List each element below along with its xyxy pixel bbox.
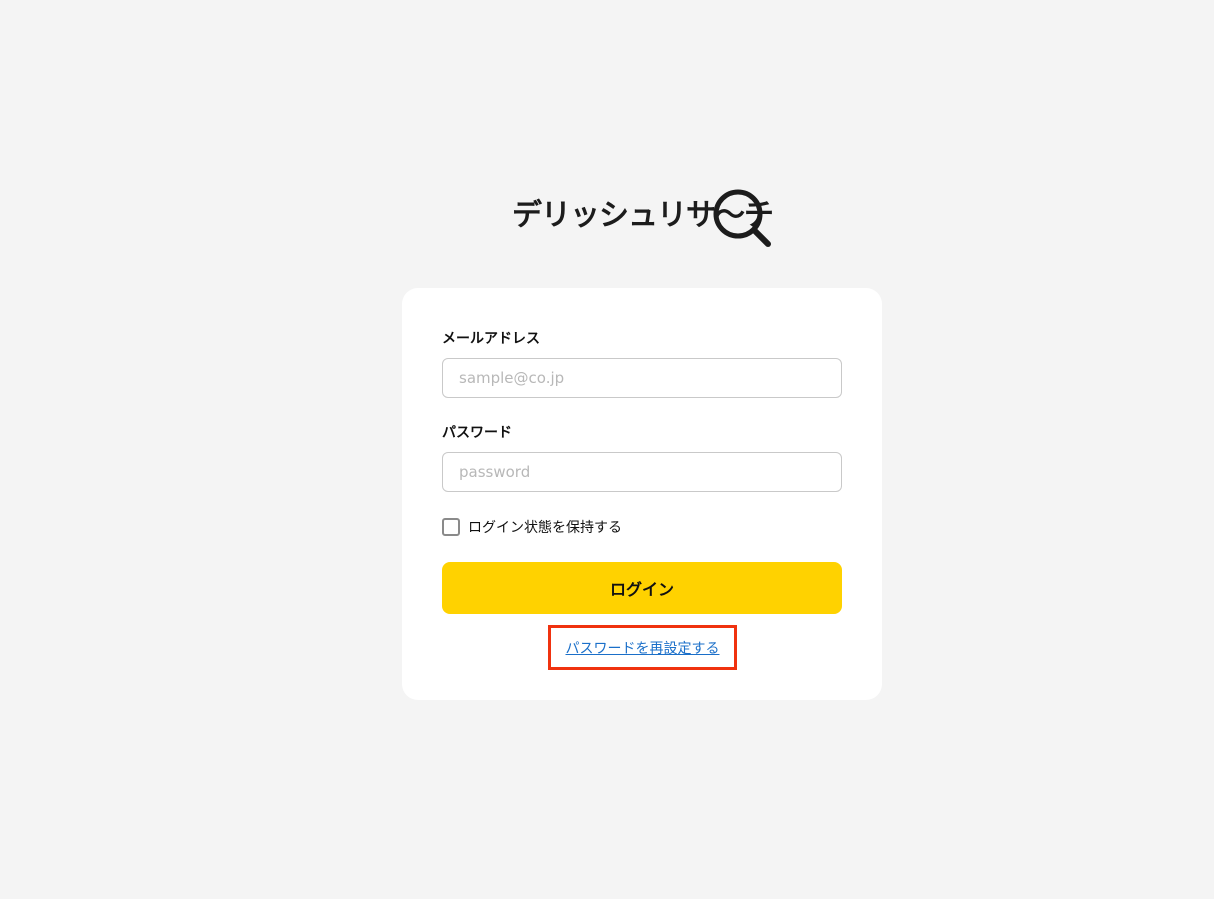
reset-password-link[interactable]: パスワードを再設定する [566, 638, 720, 658]
magnifier-icon [713, 189, 771, 247]
password-label: パスワード [442, 425, 512, 441]
remember-me[interactable]: ログイン状態を保持する [442, 517, 622, 537]
email-input[interactable] [442, 358, 842, 398]
login-card: メールアドレス パスワード ログイン状態を保持する ログイン パスワードを再設定… [402, 288, 882, 700]
login-button[interactable]: ログイン [442, 562, 842, 614]
email-label: メールアドレス [442, 331, 540, 347]
reset-link-highlight: パスワードを再設定する [548, 625, 737, 670]
brand-logo: デリッシュリサ〜チ [512, 186, 774, 250]
password-input[interactable] [442, 452, 842, 492]
remember-checkbox[interactable] [442, 518, 460, 536]
remember-label: ログイン状態を保持する [468, 520, 622, 536]
